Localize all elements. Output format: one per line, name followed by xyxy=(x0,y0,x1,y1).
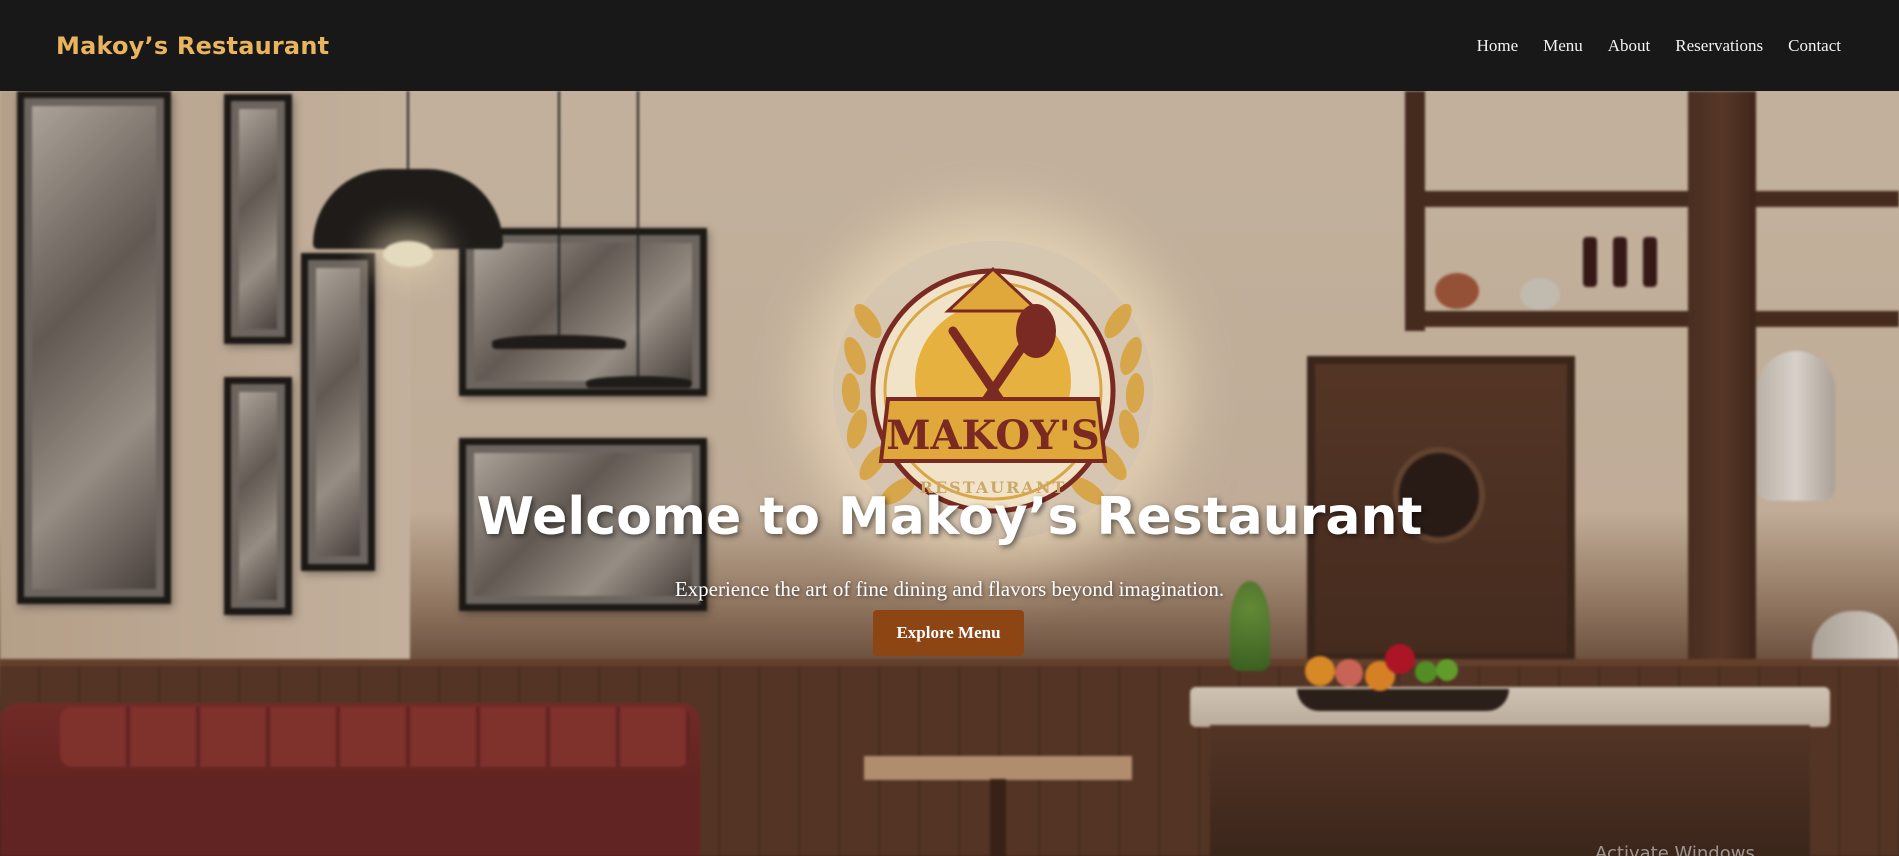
nav-link-home[interactable]: Home xyxy=(1477,36,1519,56)
nav-link-menu[interactable]: Menu xyxy=(1543,36,1583,56)
nav-link-reservations[interactable]: Reservations xyxy=(1675,36,1763,56)
hero-content: Welcome to Makoy’s Restaurant Experience… xyxy=(0,91,1899,856)
brand-logo-text[interactable]: Makoy’s Restaurant xyxy=(56,32,329,60)
nav-link-about[interactable]: About xyxy=(1608,36,1651,56)
hero-title: Welcome to Makoy’s Restaurant xyxy=(476,487,1423,547)
explore-menu-button[interactable]: Explore Menu xyxy=(873,610,1024,656)
navbar: Makoy’s Restaurant Home Menu About Reser… xyxy=(0,0,1899,91)
os-activation-watermark: Activate Windows xyxy=(1595,843,1755,856)
hero-subtitle: Experience the art of fine dining and fl… xyxy=(674,577,1225,601)
hero-section: MAKOY'S RESTAURANT Welcome to Makoy’s Re… xyxy=(0,91,1899,856)
nav-links: Home Menu About Reservations Contact xyxy=(1477,36,1841,56)
nav-link-contact[interactable]: Contact xyxy=(1788,36,1841,56)
